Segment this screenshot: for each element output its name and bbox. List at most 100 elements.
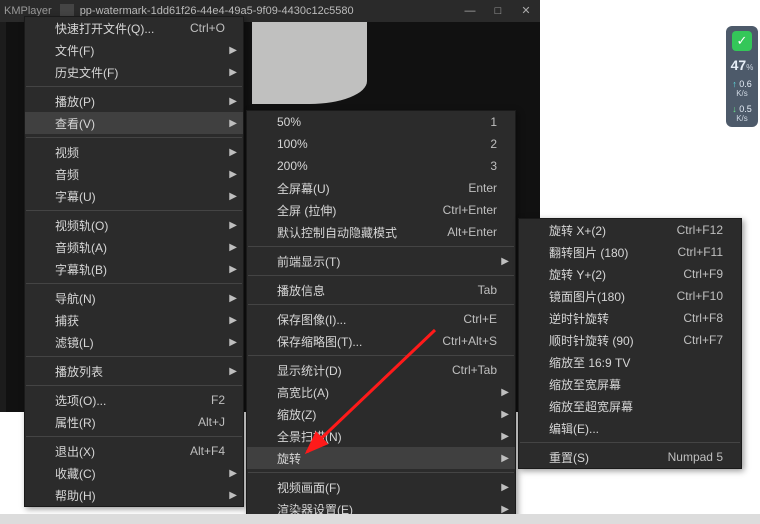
menu-item[interactable]: 缩放(Z) ▶: [247, 403, 515, 425]
menu-item[interactable]: 音频轨(A) ▶: [25, 236, 243, 258]
menu-item[interactable]: 缩放至 16:9 TV: [519, 351, 741, 373]
menu-shortcut: Ctrl+E: [463, 312, 497, 326]
chevron-right-icon: ▶: [229, 293, 237, 304]
menu-item[interactable]: 收藏(C)▶: [25, 462, 243, 484]
maximize-button[interactable]: □: [484, 0, 512, 22]
menu-item[interactable]: 播放信息 Tab: [247, 279, 515, 301]
submenu-view[interactable]: 50%1100%2200%3全屏幕(U)Enter全屏 (拉伸)Ctrl+Ent…: [246, 110, 516, 521]
menu-item[interactable]: 前端显示(T) ▶: [247, 250, 515, 272]
menu-item[interactable]: 200%3: [247, 155, 515, 177]
menu-shortcut: Ctrl+F10: [677, 289, 723, 303]
menu-item[interactable]: 字幕轨(B)▶: [25, 258, 243, 280]
menu-item-label: 高宽比(A): [277, 384, 497, 401]
menu-item[interactable]: 默认控制自动隐藏模式Alt+Enter: [247, 221, 515, 243]
close-button[interactable]: ✕: [512, 0, 540, 22]
menu-item[interactable]: 镜面图片(180) Ctrl+F10: [519, 285, 741, 307]
menu-item[interactable]: 缩放至超宽屏幕: [519, 395, 741, 417]
taskbar[interactable]: [0, 514, 760, 524]
menu-item[interactable]: 旋转 X+(2)Ctrl+F12: [519, 219, 741, 241]
menu-item-label: 收藏(C): [55, 465, 225, 482]
menu-item-label: 200%: [277, 159, 466, 173]
menu-item[interactable]: 全屏 (拉伸)Ctrl+Enter: [247, 199, 515, 221]
menu-separator: [26, 86, 242, 87]
menu-item-label: 全景扫描(N): [277, 428, 497, 445]
context-menu-main[interactable]: 快速打开文件(Q)...Ctrl+O文件(F)▶历史文件(F)▶播放(P)▶查看…: [24, 16, 244, 507]
chevron-right-icon: ▶: [229, 242, 237, 253]
menu-item[interactable]: 编辑(E)...: [519, 417, 741, 439]
menu-item-label: 顺时针旋转 (90): [549, 332, 659, 349]
minimize-button[interactable]: —: [456, 0, 484, 22]
menu-item[interactable]: 视频轨(O)▶: [25, 214, 243, 236]
menu-separator: [520, 442, 740, 443]
menu-item-label: 视频: [55, 144, 225, 161]
menu-shortcut: Alt+Enter: [447, 225, 497, 239]
menu-item-label: 退出(X): [55, 443, 166, 460]
chevron-right-icon: ▶: [501, 409, 509, 420]
menu-separator: [26, 210, 242, 211]
menu-item[interactable]: 100%2: [247, 133, 515, 155]
menu-item-label: 镜面图片(180): [549, 288, 653, 305]
menu-item-label: 前端显示(T): [277, 253, 497, 270]
menu-item[interactable]: 高宽比(A)▶: [247, 381, 515, 403]
menu-item[interactable]: 播放(P)▶: [25, 90, 243, 112]
menu-item[interactable]: 顺时针旋转 (90)Ctrl+F7: [519, 329, 741, 351]
menu-item[interactable]: 全景扫描(N)▶: [247, 425, 515, 447]
menu-item[interactable]: 重置(S)Numpad 5: [519, 446, 741, 468]
menu-item[interactable]: 旋转 Y+(2)Ctrl+F9: [519, 263, 741, 285]
menu-item-label: 视频画面(F): [277, 479, 497, 496]
chevron-right-icon: ▶: [229, 96, 237, 107]
menu-shortcut: 1: [490, 115, 497, 129]
menu-item-label: 文件(F): [55, 42, 225, 59]
chevron-right-icon: ▶: [229, 315, 237, 326]
menu-item-label: 属性(R): [55, 414, 174, 431]
menu-item-label: 重置(S): [549, 449, 644, 466]
chevron-right-icon: ▶: [229, 118, 237, 129]
menu-item[interactable]: 退出(X)Alt+F4: [25, 440, 243, 462]
menu-item[interactable]: 文件(F)▶: [25, 39, 243, 61]
menu-item[interactable]: 历史文件(F)▶: [25, 61, 243, 83]
menu-item-label: 旋转 Y+(2): [549, 266, 659, 283]
menu-item[interactable]: 翻转图片 (180)Ctrl+F11: [519, 241, 741, 263]
menu-item[interactable]: 保存缩略图(T)...Ctrl+Alt+S: [247, 330, 515, 352]
menu-item-label: 播放信息: [277, 282, 454, 299]
video-thumbnail: [252, 22, 367, 104]
menu-item-label: 字幕轨(B): [55, 261, 225, 278]
menu-item[interactable]: 保存图像(I)... Ctrl+E: [247, 308, 515, 330]
menu-item[interactable]: 缩放至宽屏幕: [519, 373, 741, 395]
menu-shortcut: Ctrl+Enter: [443, 203, 497, 217]
menu-item[interactable]: 显示统计(D)Ctrl+Tab: [247, 359, 515, 381]
chevron-right-icon: ▶: [229, 220, 237, 231]
menu-item[interactable]: 视频画面(F)▶: [247, 476, 515, 498]
menu-shortcut: F2: [211, 393, 225, 407]
network-widget[interactable]: ✓ 47% ↑ 0.6K/s ↓ 0.5K/s: [726, 26, 758, 127]
chevron-right-icon: ▶: [229, 169, 237, 180]
menu-item-label: 保存图像(I)...: [277, 311, 439, 328]
menu-item[interactable]: 查看(V)▶: [25, 112, 243, 134]
menu-item-label: 缩放(Z): [277, 406, 497, 423]
menu-item[interactable]: 捕获▶: [25, 309, 243, 331]
menu-item[interactable]: 视频▶: [25, 141, 243, 163]
menu-item-label: 保存缩略图(T)...: [277, 333, 418, 350]
menu-item[interactable]: 逆时针旋转Ctrl+F8: [519, 307, 741, 329]
menu-shortcut: Tab: [478, 283, 497, 297]
menu-item[interactable]: 帮助(H)▶: [25, 484, 243, 506]
menu-shortcut: Ctrl+F8: [683, 311, 723, 325]
menu-item[interactable]: 属性(R)Alt+J: [25, 411, 243, 433]
menu-item[interactable]: 全屏幕(U)Enter: [247, 177, 515, 199]
menu-item-label: 音频轨(A): [55, 239, 225, 256]
menu-item[interactable]: 50%1: [247, 111, 515, 133]
menu-item[interactable]: 字幕(U)▶: [25, 185, 243, 207]
menu-item[interactable]: 播放列表▶: [25, 360, 243, 382]
menu-item[interactable]: 选项(O)...F2: [25, 389, 243, 411]
menu-item-label: 缩放至 16:9 TV: [549, 354, 723, 371]
menu-item[interactable]: 滤镜(L)▶: [25, 331, 243, 353]
menu-item[interactable]: 音频▶: [25, 163, 243, 185]
submenu-rotate[interactable]: 旋转 X+(2)Ctrl+F12翻转图片 (180)Ctrl+F11旋转 Y+(…: [518, 218, 742, 469]
menu-item[interactable]: 旋转▶: [247, 447, 515, 469]
menu-item-label: 帮助(H): [55, 487, 225, 504]
chevron-right-icon: ▶: [501, 256, 509, 267]
menu-item[interactable]: 导航(N)▶: [25, 287, 243, 309]
menu-separator: [248, 275, 514, 276]
menu-item-label: 滤镜(L): [55, 334, 225, 351]
menu-item[interactable]: 快速打开文件(Q)...Ctrl+O: [25, 17, 243, 39]
